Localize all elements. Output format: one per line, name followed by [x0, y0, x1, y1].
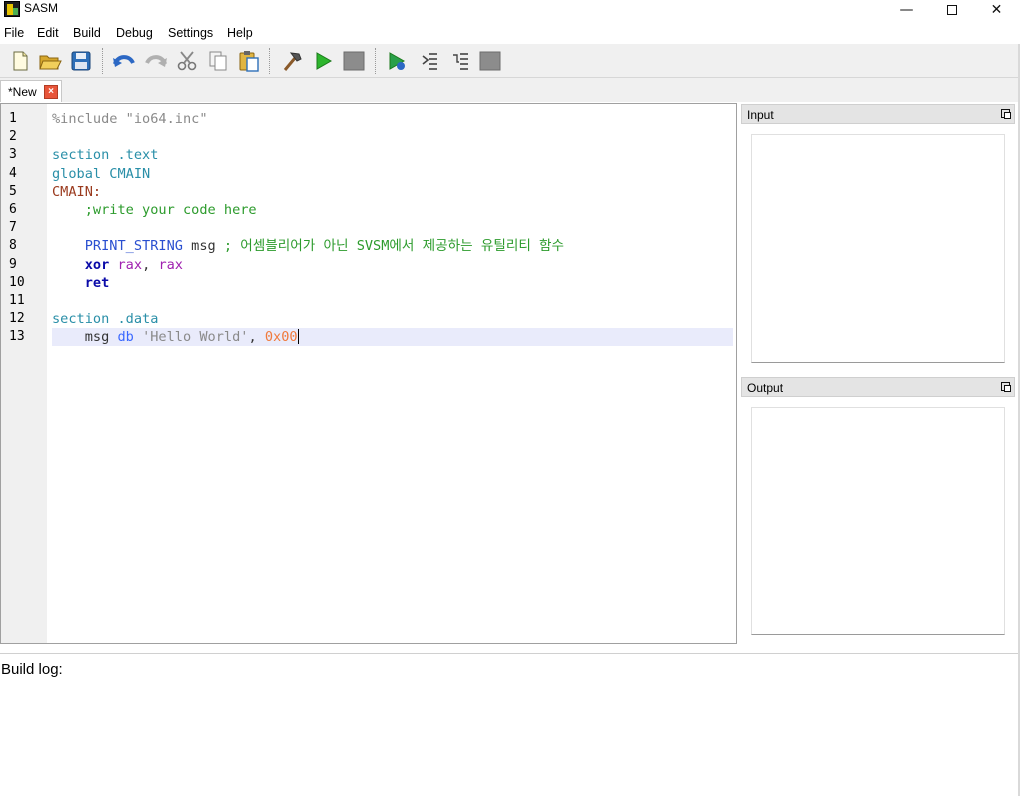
window-title: SASM: [24, 1, 59, 15]
step-into-button[interactable]: [417, 48, 443, 74]
step-over-icon: [453, 53, 468, 70]
menu-build[interactable]: Build: [73, 26, 101, 40]
build-log-label: Build log:: [1, 661, 63, 678]
redo-icon: [145, 55, 167, 67]
code-line[interactable]: [52, 219, 732, 237]
paste-button[interactable]: [236, 48, 262, 74]
play-icon: [316, 52, 333, 70]
tab-close-icon[interactable]: ×: [44, 85, 58, 99]
copy-button[interactable]: [205, 48, 231, 74]
current-code-line[interactable]: msg db 'Hello World', 0x00: [52, 328, 733, 347]
toolbar-separator: [269, 48, 272, 74]
tab-label: *New: [8, 85, 37, 99]
run-button[interactable]: [310, 48, 336, 74]
code-line[interactable]: ;write your code here: [52, 201, 732, 219]
code-editor[interactable]: 1 2 3 4 5 6 7 8 9 10 11 12 13 %include "…: [0, 103, 737, 644]
menu-debug[interactable]: Debug: [116, 26, 153, 40]
open-folder-icon: [39, 55, 62, 70]
toolbar-separator: [375, 48, 378, 74]
debug-run-icon: [389, 52, 406, 70]
line-number: 1: [9, 111, 17, 126]
sasm-app-icon: [4, 1, 20, 17]
stop-icon: [343, 51, 365, 71]
line-number: 10: [9, 274, 25, 290]
new-file-button[interactable]: [7, 48, 33, 74]
tab-new-file[interactable]: *New ×: [0, 80, 62, 102]
menu-help[interactable]: Help: [227, 26, 253, 40]
undo-button[interactable]: [111, 48, 137, 74]
line-numbers: 1 2 3 4 5 6 7 8 9 10 11 12 13: [9, 110, 25, 347]
code-line[interactable]: [52, 128, 732, 146]
code-line[interactable]: global CMAIN: [52, 165, 732, 183]
line-number: 9: [9, 256, 17, 272]
line-number: 2: [9, 129, 17, 145]
open-file-button[interactable]: [37, 48, 63, 74]
input-panel-header: Input: [741, 104, 1015, 124]
minimize-button[interactable]: —: [884, 0, 929, 20]
code-line[interactable]: CMAIN:: [52, 183, 732, 201]
stop-debug-icon: [479, 51, 501, 71]
cut-button[interactable]: [174, 48, 200, 74]
output-panel-title: Output: [747, 381, 784, 395]
menu-settings[interactable]: Settings: [168, 26, 213, 40]
toolbar: [0, 44, 1020, 78]
line-number: 6: [9, 202, 17, 218]
stop-button[interactable]: [341, 48, 367, 74]
title-bar: SASM — ✕: [0, 0, 1020, 22]
line-number: 4: [9, 165, 17, 181]
code-line[interactable]: PRINT_STRING msg ; 어셈블리어가 아닌 SVSM에서 제공하는…: [52, 237, 732, 255]
code-text-area[interactable]: %include "io64.inc" section .text global C…: [52, 110, 733, 347]
step-over-button[interactable]: [448, 48, 474, 74]
text-caret: [297, 329, 299, 345]
hammer-icon: [283, 52, 302, 71]
save-disk-icon: [71, 51, 91, 71]
maximize-button[interactable]: [929, 0, 974, 20]
float-window-icon[interactable]: [1001, 109, 1011, 119]
line-number: 3: [9, 147, 17, 163]
code-line[interactable]: %include "io64.inc": [52, 110, 732, 128]
code-line[interactable]: [52, 292, 732, 310]
new-file-icon: [13, 51, 28, 71]
tab-bar: *New ×: [0, 78, 1020, 102]
line-number: 8: [9, 238, 17, 254]
copy-icon: [209, 51, 227, 71]
menu-edit[interactable]: Edit: [37, 26, 59, 40]
code-line[interactable]: section .data: [52, 310, 732, 328]
build-log-panel[interactable]: Build log:: [0, 653, 1020, 796]
menu-bar: File Edit Build Debug Settings Help: [0, 22, 1020, 44]
step-into-icon: [422, 53, 437, 70]
paste-icon: [239, 51, 259, 72]
line-number-gutter: 1 2 3 4 5 6 7 8 9 10 11 12 13: [1, 104, 47, 643]
debug-button[interactable]: [384, 48, 410, 74]
save-file-button[interactable]: [68, 48, 94, 74]
float-window-icon[interactable]: [1001, 382, 1011, 392]
line-number: 13: [9, 329, 25, 345]
undo-icon: [113, 55, 135, 67]
line-number: 12: [9, 311, 25, 327]
code-line[interactable]: section .text: [52, 146, 732, 164]
line-number: 11: [9, 293, 25, 309]
redo-button[interactable]: [143, 48, 169, 74]
build-button[interactable]: [279, 48, 305, 74]
menu-file[interactable]: File: [4, 26, 24, 40]
code-line[interactable]: ret: [52, 274, 732, 292]
input-panel-title: Input: [747, 108, 774, 122]
scissors-icon: [177, 51, 197, 71]
line-number: 5: [9, 183, 17, 199]
stop-debug-button[interactable]: [477, 48, 503, 74]
output-panel-header: Output: [741, 377, 1015, 397]
close-window-button[interactable]: ✕: [974, 0, 1019, 20]
code-line[interactable]: xor rax, rax: [52, 256, 732, 274]
toolbar-separator: [102, 48, 105, 74]
maximize-icon: [946, 5, 957, 15]
output-textarea[interactable]: [751, 407, 1005, 635]
line-number: 7: [9, 220, 17, 236]
input-textarea[interactable]: [751, 134, 1005, 363]
